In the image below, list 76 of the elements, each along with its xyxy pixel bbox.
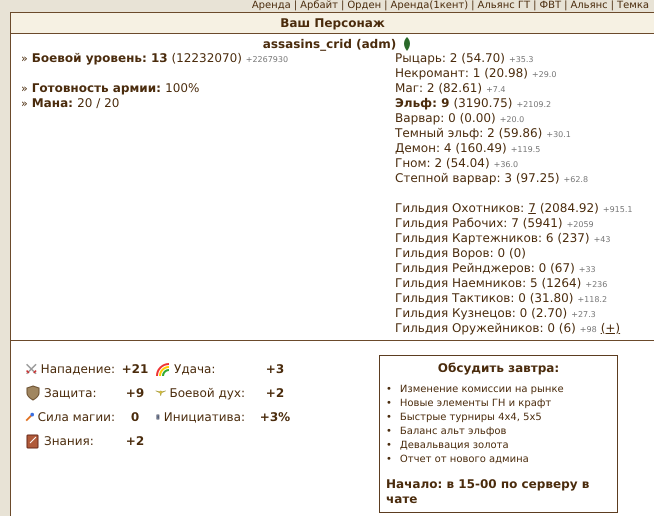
skill-value: +3% bbox=[258, 410, 292, 424]
add-link[interactable]: (+) bbox=[600, 321, 620, 335]
nav-link[interactable]: Арбайт bbox=[297, 0, 341, 12]
bullet-marker: • bbox=[386, 425, 392, 439]
guild-line: Гильдия Рабочих: 7 (5941) +2059 bbox=[395, 216, 595, 231]
skill-label: Сила магии: bbox=[25, 409, 115, 425]
faction-line: Варвар: 0 (0.00) +20.0 bbox=[395, 111, 526, 126]
agenda-footer: Начало: в 15-00 по серверу в чате bbox=[386, 477, 611, 507]
rainbow-icon bbox=[155, 361, 171, 377]
guild-line: Гильдия Охотников: 7 (2084.92) +915.1 bbox=[395, 201, 634, 216]
agenda-item: Изменение комиссии на рынке bbox=[400, 383, 564, 397]
guild-line: Гильдия Рейнджеров: 0 (67) +33 bbox=[395, 261, 597, 276]
shield-icon bbox=[25, 385, 41, 401]
faction-line: Темный эльф: 2 (59.86) +30.1 bbox=[395, 126, 572, 141]
nav-separator: | bbox=[471, 0, 475, 12]
faction-line: Эльф: 9 (3190.75) +2109.2 bbox=[395, 96, 552, 111]
nav-separator: | bbox=[384, 0, 388, 12]
guild-line: Гильдия Кузнецов: 0 (2.70) +27.3 bbox=[395, 306, 597, 321]
guild-level-link[interactable]: 7 bbox=[528, 201, 536, 215]
agenda-item: Отчет от нового админа bbox=[400, 453, 529, 467]
nav-separator: | bbox=[610, 0, 614, 12]
stat-line: Готовность армии: 100% bbox=[32, 81, 200, 95]
faction-line: Гном: 2 (54.04) +36.0 bbox=[395, 156, 520, 171]
faction-line: Маг: 2 (82.61) +7.4 bbox=[395, 81, 507, 96]
guild-line: Гильдия Тактиков: 0 (31.80) +118.2 bbox=[395, 291, 608, 306]
skill-value: +2 bbox=[264, 386, 286, 400]
faction-line: Рыцарь: 2 (54.70) +35.3 bbox=[395, 51, 534, 66]
guild-line: Гильдия Оружейников: 0 (6) +98 (+) bbox=[395, 321, 622, 336]
nav-link[interactable]: Альянс ГТ bbox=[474, 0, 534, 12]
nav-link[interactable]: Аренда bbox=[248, 0, 294, 12]
skill-label: Нападение: bbox=[25, 361, 115, 377]
skill-value: 0 bbox=[130, 410, 140, 424]
nav-link[interactable]: Аренда(1кент) bbox=[388, 0, 472, 12]
agenda-title: Обсудить завтра: bbox=[436, 361, 560, 375]
nav-link[interactable]: Орден bbox=[344, 0, 384, 12]
nav-separator: | bbox=[564, 0, 568, 12]
panel-title: Ваш Персонаж bbox=[11, 13, 654, 34]
agenda-item: Быстрые турниры 4x4, 5x5 bbox=[400, 411, 542, 425]
character-name: assasins_crid (adm) bbox=[262, 37, 396, 51]
guild-line: Гильдия Картежников: 6 (237) +43 bbox=[395, 231, 612, 246]
bullet-marker: » bbox=[21, 97, 28, 111]
bullet-marker: • bbox=[386, 411, 392, 425]
bullet-marker: • bbox=[386, 439, 392, 453]
nav-separator: | bbox=[340, 0, 344, 12]
bullet-marker: • bbox=[386, 453, 392, 467]
bullet-marker: » bbox=[21, 52, 28, 66]
nav-link[interactable]: Альянс bbox=[567, 0, 611, 12]
agenda-item: Новые элементы ГН и крафт bbox=[400, 397, 552, 411]
agenda-item: Баланс альт эльфов bbox=[400, 425, 506, 439]
nav-link[interactable]: ФВТ bbox=[536, 0, 564, 12]
guild-line: Гильдия Наемников: 5 (1264) +236 bbox=[395, 276, 608, 291]
stat-line: Боевой уровень: 13 (12232070) +2267930 bbox=[32, 51, 288, 65]
crossed-swords-icon bbox=[25, 361, 38, 377]
faction-line: Демон: 4 (160.49) +119.5 bbox=[395, 141, 542, 156]
bullet-marker: • bbox=[386, 397, 392, 411]
skill-value: +3 bbox=[264, 362, 286, 376]
stat-line: Мана: 20 / 20 bbox=[32, 96, 120, 110]
skill-label: Защита: bbox=[25, 385, 115, 401]
skill-label: Инициатива: bbox=[155, 409, 245, 425]
bullet-marker: » bbox=[21, 82, 28, 96]
skill-label: Знания: bbox=[25, 433, 115, 449]
agenda-item: Девальвация золота bbox=[400, 439, 509, 453]
skill-label: Удача: bbox=[155, 361, 245, 377]
guild-line: Гильдия Воров: 0 (0) bbox=[395, 246, 527, 261]
nav-link[interactable]: Темка bbox=[614, 0, 652, 12]
bullet-marker: • bbox=[386, 383, 392, 397]
skill-value: +2 bbox=[124, 434, 146, 448]
skill-value: +9 bbox=[124, 386, 146, 400]
faction-line: Степной варвар: 3 (97.25) +62.8 bbox=[395, 171, 590, 186]
leaf-icon bbox=[402, 37, 412, 51]
nav-separator: | bbox=[533, 0, 536, 12]
book-icon bbox=[25, 433, 41, 449]
faction-line: Некромант: 1 (20.98) +29.0 bbox=[395, 66, 558, 81]
nav-separator: | bbox=[294, 0, 298, 12]
skill-label: Боевой дух: bbox=[155, 385, 245, 401]
skill-value: +21 bbox=[120, 362, 150, 376]
